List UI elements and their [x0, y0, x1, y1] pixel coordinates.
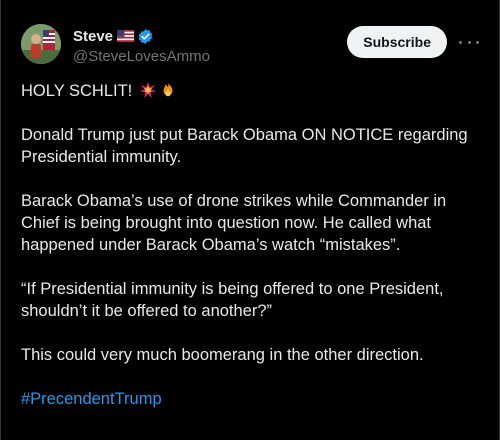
author-handle[interactable]: @SteveLovesAmmo [73, 48, 210, 65]
us-flag-icon [117, 30, 135, 42]
name-row: Steve [73, 26, 210, 46]
avatar-image [21, 24, 61, 64]
post-paragraph: Donald Trump just put Barack Obama ON NO… [21, 126, 468, 166]
post-header: Steve @SteveLovesAmmo Subscribe [21, 24, 479, 68]
more-options-icon[interactable] [459, 32, 479, 52]
post-paragraph: Barack Obama’s use of drone strikes whil… [21, 192, 447, 254]
subscribe-button[interactable]: Subscribe [347, 26, 447, 58]
hashtag-paragraph: #PrecendentTrump [21, 388, 479, 410]
more-dot [467, 40, 471, 44]
hashtag-link[interactable]: #PrecendentTrump [21, 390, 162, 408]
collision-emoji-icon [139, 81, 156, 99]
post-container: Steve @SteveLovesAmmo Subscribe HOLY SCH… [0, 0, 500, 440]
verified-badge-icon[interactable] [137, 28, 154, 45]
post-headline: HOLY SCHLIT! [21, 80, 479, 102]
more-dot [476, 40, 479, 44]
post-body: HOLY SCHLIT! Donald Trump just put Barac… [21, 80, 479, 410]
avatar[interactable] [21, 24, 61, 64]
author-names: Steve @SteveLovesAmmo [73, 26, 210, 66]
post-paragraph: This could very much boomerang in the ot… [21, 346, 424, 364]
post-paragraph: “If Presidential immunity is being offer… [21, 280, 444, 320]
headline-text: HOLY SCHLIT! [21, 82, 133, 100]
display-name[interactable]: Steve [73, 28, 113, 45]
more-dot [459, 40, 462, 44]
fire-emoji-icon [163, 81, 173, 97]
